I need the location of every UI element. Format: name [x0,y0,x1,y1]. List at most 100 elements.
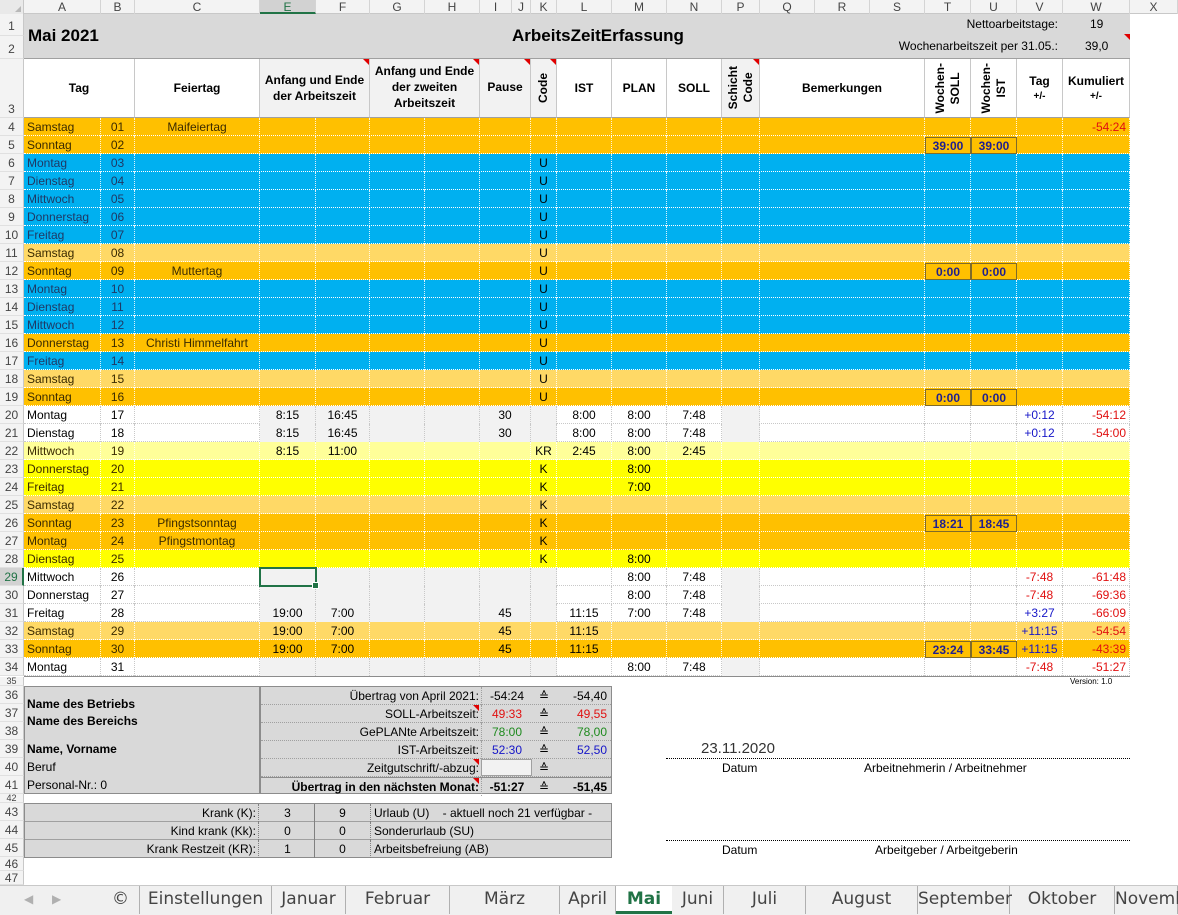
cell-empty[interactable] [925,442,971,460]
cell-empty[interactable] [760,424,925,442]
cell-empty[interactable] [425,370,480,388]
cell-end[interactable] [316,532,370,550]
cell-kum[interactable]: -66:09 [1063,604,1130,622]
column-header-f[interactable]: F [316,0,370,14]
row-header-39[interactable]: 39 [0,740,24,758]
cell-empty[interactable] [722,298,760,316]
cell-empty[interactable] [925,118,971,136]
cell-empty[interactable] [370,442,425,460]
cell-pause[interactable] [480,370,531,388]
cell-day[interactable]: Dienstag [24,298,101,316]
cell-plan[interactable]: 8:00 [612,424,667,442]
cell-empty[interactable] [425,640,480,658]
cell-empty[interactable] [370,478,425,496]
cell-empty[interactable] [760,226,925,244]
cell-end[interactable] [316,118,370,136]
cell-plan[interactable]: 8:00 [612,406,667,424]
cell-empty[interactable] [760,496,925,514]
cell-date[interactable]: 13 [101,334,135,352]
cell-plan[interactable] [612,316,667,334]
cell-empty[interactable] [722,568,760,586]
cell-empty[interactable] [760,568,925,586]
cell-holiday[interactable] [135,478,260,496]
cell-plan[interactable] [612,280,667,298]
cell-tagpm[interactable] [1017,532,1063,550]
cell-kum[interactable]: -51:27 [1063,658,1130,676]
column-header-u[interactable]: U [971,0,1017,14]
cell-ist[interactable] [557,136,612,154]
cell-empty[interactable] [425,496,480,514]
cell-end[interactable] [316,370,370,388]
cell-empty[interactable] [722,136,760,154]
cell-empty[interactable] [971,406,1017,424]
cell-soll[interactable]: 7:48 [667,406,722,424]
cell-pause[interactable] [480,352,531,370]
row-header-16[interactable]: 16 [0,334,24,352]
cell-pause[interactable] [480,280,531,298]
cell-plan[interactable]: 8:00 [612,658,667,676]
cell-date[interactable]: 23 [101,514,135,532]
cell-end[interactable] [316,460,370,478]
cell-code[interactable] [531,640,557,658]
cell-empty[interactable] [925,334,971,352]
cell-date[interactable]: 01 [101,118,135,136]
cell-day[interactable]: Dienstag [24,424,101,442]
cell-start[interactable] [260,370,316,388]
sheet-tab-oktober[interactable]: Oktober [1010,886,1115,914]
cell-end[interactable] [316,316,370,334]
cell-code[interactable]: K [531,460,557,478]
cell-empty[interactable] [760,298,925,316]
cell-kum[interactable] [1063,514,1130,532]
cell-pause[interactable] [480,118,531,136]
cell-plan[interactable] [612,388,667,406]
cell-empty[interactable] [370,118,425,136]
cell-empty[interactable] [760,586,925,604]
cell-empty[interactable] [425,352,480,370]
cell-ist[interactable]: 2:45 [557,442,612,460]
cell-start[interactable] [260,460,316,478]
cell-empty[interactable] [370,550,425,568]
cell-empty[interactable] [425,298,480,316]
cell-date[interactable]: 06 [101,208,135,226]
cell-start[interactable] [260,532,316,550]
cell-empty[interactable] [971,496,1017,514]
cell-empty[interactable] [760,406,925,424]
cell-holiday[interactable] [135,280,260,298]
cell-empty[interactable] [425,478,480,496]
cell-empty[interactable] [925,226,971,244]
cell-end[interactable] [316,262,370,280]
cell-soll[interactable] [667,244,722,262]
cell-empty[interactable] [722,244,760,262]
cell-empty[interactable] [925,622,971,640]
cell-start[interactable] [260,316,316,334]
cell-empty[interactable] [370,496,425,514]
cell-empty[interactable] [425,334,480,352]
cell-date[interactable]: 15 [101,370,135,388]
cell-start[interactable] [260,190,316,208]
cell-kum[interactable]: -54:12 [1063,406,1130,424]
cell-empty[interactable] [925,460,971,478]
cell-empty[interactable] [971,118,1017,136]
cell-soll[interactable]: 7:48 [667,568,722,586]
cell-tagpm[interactable]: +3:27 [1017,604,1063,622]
column-header-b[interactable]: B [101,0,135,14]
cell-end[interactable] [316,208,370,226]
cell-empty[interactable] [760,352,925,370]
cell-empty[interactable] [370,136,425,154]
cell-empty[interactable] [425,118,480,136]
cell-ist[interactable]: 11:15 [557,640,612,658]
cell-pause[interactable]: 45 [480,640,531,658]
cell-holiday[interactable]: Christi Himmelfahrt [135,334,260,352]
cell-empty[interactable] [370,514,425,532]
cell-date[interactable]: 25 [101,550,135,568]
cell-start[interactable] [260,262,316,280]
cell-empty[interactable] [760,244,925,262]
cell-empty[interactable] [370,334,425,352]
cell-tagpm[interactable] [1017,154,1063,172]
cell-day[interactable]: Sonntag [24,136,101,154]
row-header-11[interactable]: 11 [0,244,24,262]
cell-date[interactable]: 07 [101,226,135,244]
cell-tagpm[interactable] [1017,442,1063,460]
row-header-26[interactable]: 26 [0,514,24,532]
cell-ist[interactable] [557,550,612,568]
